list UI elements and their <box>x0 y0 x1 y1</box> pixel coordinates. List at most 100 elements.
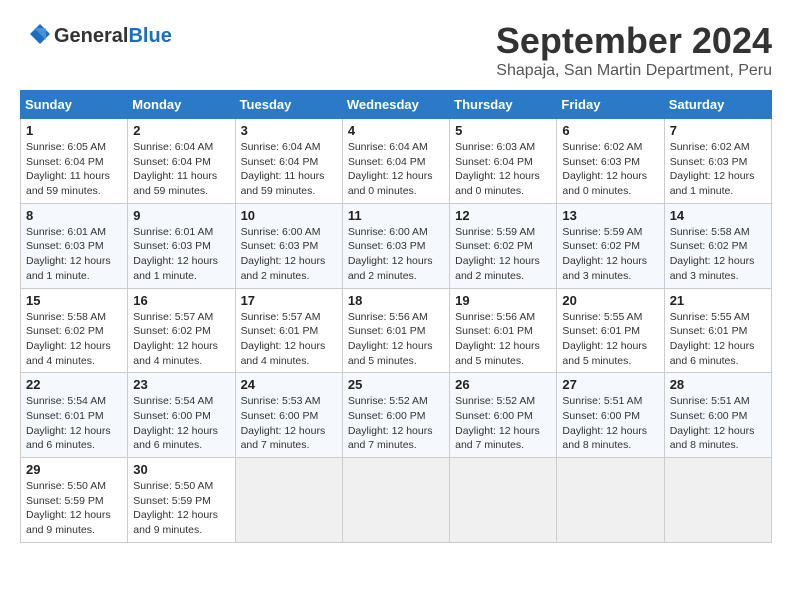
day-info: Sunrise: 5:51 AMSunset: 6:00 PMDaylight:… <box>562 394 658 453</box>
calendar-cell <box>450 458 557 543</box>
calendar-header-tuesday: Tuesday <box>235 91 342 119</box>
logo-general-text: General <box>54 25 128 47</box>
day-number: 14 <box>670 208 766 223</box>
calendar-cell <box>664 458 771 543</box>
day-info: Sunrise: 6:04 AMSunset: 6:04 PMDaylight:… <box>348 140 444 199</box>
day-info: Sunrise: 6:05 AMSunset: 6:04 PMDaylight:… <box>26 140 122 199</box>
calendar-cell: 11 Sunrise: 6:00 AMSunset: 6:03 PMDayligh… <box>342 203 449 288</box>
day-number: 24 <box>241 377 337 392</box>
calendar-cell: 29 Sunrise: 5:50 AMSunset: 5:59 PMDayligh… <box>21 458 128 543</box>
day-info: Sunrise: 5:50 AMSunset: 5:59 PMDaylight:… <box>26 479 122 538</box>
day-number: 13 <box>562 208 658 223</box>
day-number: 29 <box>26 462 122 477</box>
day-number: 7 <box>670 123 766 138</box>
calendar-cell: 7Sunrise: 6:02 AMSunset: 6:03 PMDaylight… <box>664 119 771 204</box>
calendar-cell: 21 Sunrise: 5:55 AMSunset: 6:01 PMDayligh… <box>664 288 771 373</box>
logo: GeneralBlue <box>20 20 172 52</box>
day-number: 20 <box>562 293 658 308</box>
day-info: Sunrise: 6:01 AMSunset: 6:03 PMDaylight:… <box>26 225 122 284</box>
calendar-cell: 20 Sunrise: 5:55 AMSunset: 6:01 PMDayligh… <box>557 288 664 373</box>
calendar-cell: 27 Sunrise: 5:51 AMSunset: 6:00 PMDayligh… <box>557 373 664 458</box>
day-number: 19 <box>455 293 551 308</box>
day-number: 28 <box>670 377 766 392</box>
calendar-cell: 9Sunrise: 6:01 AMSunset: 6:03 PMDaylight… <box>128 203 235 288</box>
day-number: 1 <box>26 123 122 138</box>
calendar-header-row: SundayMondayTuesdayWednesdayThursdayFrid… <box>21 91 772 119</box>
day-number: 22 <box>26 377 122 392</box>
day-number: 21 <box>670 293 766 308</box>
calendar-cell: 3 Sunrise: 6:04 AMSunset: 6:04 PMDaylight… <box>235 119 342 204</box>
day-info: Sunrise: 5:58 AMSunset: 6:02 PMDaylight:… <box>670 225 766 284</box>
calendar-cell: 2 Sunrise: 6:04 AMSunset: 6:04 PMDaylight… <box>128 119 235 204</box>
calendar-cell: 25Sunrise: 5:52 AMSunset: 6:00 PMDayligh… <box>342 373 449 458</box>
calendar-header-saturday: Saturday <box>664 91 771 119</box>
day-info: Sunrise: 6:04 AMSunset: 6:04 PMDaylight:… <box>133 140 229 199</box>
day-number: 12 <box>455 208 551 223</box>
day-info: Sunrise: 5:57 AMSunset: 6:01 PMDaylight:… <box>241 310 337 369</box>
day-info: Sunrise: 6:00 AMSunset: 6:03 PMDaylight:… <box>348 225 444 284</box>
calendar-cell: 30 Sunrise: 5:50 AMSunset: 5:59 PMDayligh… <box>128 458 235 543</box>
day-info: Sunrise: 5:52 AMSunset: 6:00 PMDaylight:… <box>455 394 551 453</box>
calendar-cell <box>342 458 449 543</box>
page-title: September 2024 <box>496 20 772 62</box>
day-info: Sunrise: 6:04 AMSunset: 6:04 PMDaylight:… <box>241 140 337 199</box>
day-info: Sunrise: 5:57 AMSunset: 6:02 PMDaylight:… <box>133 310 229 369</box>
day-info: Sunrise: 5:50 AMSunset: 5:59 PMDaylight:… <box>133 479 229 538</box>
day-number: 11 <box>348 208 444 223</box>
day-number: 2 <box>133 123 229 138</box>
calendar-week-2: 8 Sunrise: 6:01 AMSunset: 6:03 PMDaylight… <box>21 203 772 288</box>
calendar-cell: 22 Sunrise: 5:54 AMSunset: 6:01 PMDayligh… <box>21 373 128 458</box>
calendar-header-thursday: Thursday <box>450 91 557 119</box>
calendar-cell: 19Sunrise: 5:56 AMSunset: 6:01 PMDayligh… <box>450 288 557 373</box>
day-info: Sunrise: 5:55 AMSunset: 6:01 PMDaylight:… <box>562 310 658 369</box>
calendar-cell <box>235 458 342 543</box>
day-number: 16 <box>133 293 229 308</box>
day-info: Sunrise: 5:54 AMSunset: 6:00 PMDaylight:… <box>133 394 229 453</box>
calendar-cell: 1 Sunrise: 6:05 AMSunset: 6:04 PMDaylight… <box>21 119 128 204</box>
day-number: 3 <box>241 123 337 138</box>
calendar-cell: 16 Sunrise: 5:57 AMSunset: 6:02 PMDayligh… <box>128 288 235 373</box>
day-info: Sunrise: 5:53 AMSunset: 6:00 PMDaylight:… <box>241 394 337 453</box>
calendar-cell: 26 Sunrise: 5:52 AMSunset: 6:00 PMDayligh… <box>450 373 557 458</box>
calendar-cell: 10 Sunrise: 6:00 AMSunset: 6:03 PMDayligh… <box>235 203 342 288</box>
day-info: Sunrise: 6:02 AMSunset: 6:03 PMDaylight:… <box>562 140 658 199</box>
calendar-week-1: 1 Sunrise: 6:05 AMSunset: 6:04 PMDaylight… <box>21 119 772 204</box>
calendar-cell: 6 Sunrise: 6:02 AMSunset: 6:03 PMDaylight… <box>557 119 664 204</box>
day-info: Sunrise: 5:58 AMSunset: 6:02 PMDaylight:… <box>26 310 122 369</box>
page-subtitle: Shapaja, San Martin Department, Peru <box>496 62 772 80</box>
day-number: 5 <box>455 123 551 138</box>
calendar-cell: 4 Sunrise: 6:04 AMSunset: 6:04 PMDaylight… <box>342 119 449 204</box>
calendar-cell: 17 Sunrise: 5:57 AMSunset: 6:01 PMDayligh… <box>235 288 342 373</box>
page-header: GeneralBlue September 2024 Shapaja, San … <box>20 20 772 80</box>
day-info: Sunrise: 5:51 AMSunset: 6:00 PMDaylight:… <box>670 394 766 453</box>
day-info: Sunrise: 6:00 AMSunset: 6:03 PMDaylight:… <box>241 225 337 284</box>
calendar-cell: 15Sunrise: 5:58 AMSunset: 6:02 PMDayligh… <box>21 288 128 373</box>
logo-icon <box>20 20 52 52</box>
logo-blue-text: Blue <box>128 25 171 47</box>
day-number: 6 <box>562 123 658 138</box>
day-info: Sunrise: 5:56 AMSunset: 6:01 PMDaylight:… <box>348 310 444 369</box>
day-info: Sunrise: 5:55 AMSunset: 6:01 PMDaylight:… <box>670 310 766 369</box>
day-info: Sunrise: 5:59 AMSunset: 6:02 PMDaylight:… <box>562 225 658 284</box>
day-number: 9 <box>133 208 229 223</box>
calendar-cell: 8 Sunrise: 6:01 AMSunset: 6:03 PMDaylight… <box>21 203 128 288</box>
calendar-cell: 23Sunrise: 5:54 AMSunset: 6:00 PMDayligh… <box>128 373 235 458</box>
calendar-header-wednesday: Wednesday <box>342 91 449 119</box>
day-number: 30 <box>133 462 229 477</box>
day-number: 8 <box>26 208 122 223</box>
calendar-cell: 28 Sunrise: 5:51 AMSunset: 6:00 PMDayligh… <box>664 373 771 458</box>
day-number: 27 <box>562 377 658 392</box>
calendar-week-5: 29 Sunrise: 5:50 AMSunset: 5:59 PMDayligh… <box>21 458 772 543</box>
calendar-header-monday: Monday <box>128 91 235 119</box>
day-info: Sunrise: 5:54 AMSunset: 6:01 PMDaylight:… <box>26 394 122 453</box>
day-number: 26 <box>455 377 551 392</box>
calendar-cell: 5Sunrise: 6:03 AMSunset: 6:04 PMDaylight… <box>450 119 557 204</box>
calendar-cell <box>557 458 664 543</box>
calendar-week-4: 22 Sunrise: 5:54 AMSunset: 6:01 PMDayligh… <box>21 373 772 458</box>
calendar-header-sunday: Sunday <box>21 91 128 119</box>
day-number: 17 <box>241 293 337 308</box>
day-number: 4 <box>348 123 444 138</box>
day-number: 10 <box>241 208 337 223</box>
calendar-cell: 18Sunrise: 5:56 AMSunset: 6:01 PMDayligh… <box>342 288 449 373</box>
calendar-cell: 12Sunrise: 5:59 AMSunset: 6:02 PMDayligh… <box>450 203 557 288</box>
